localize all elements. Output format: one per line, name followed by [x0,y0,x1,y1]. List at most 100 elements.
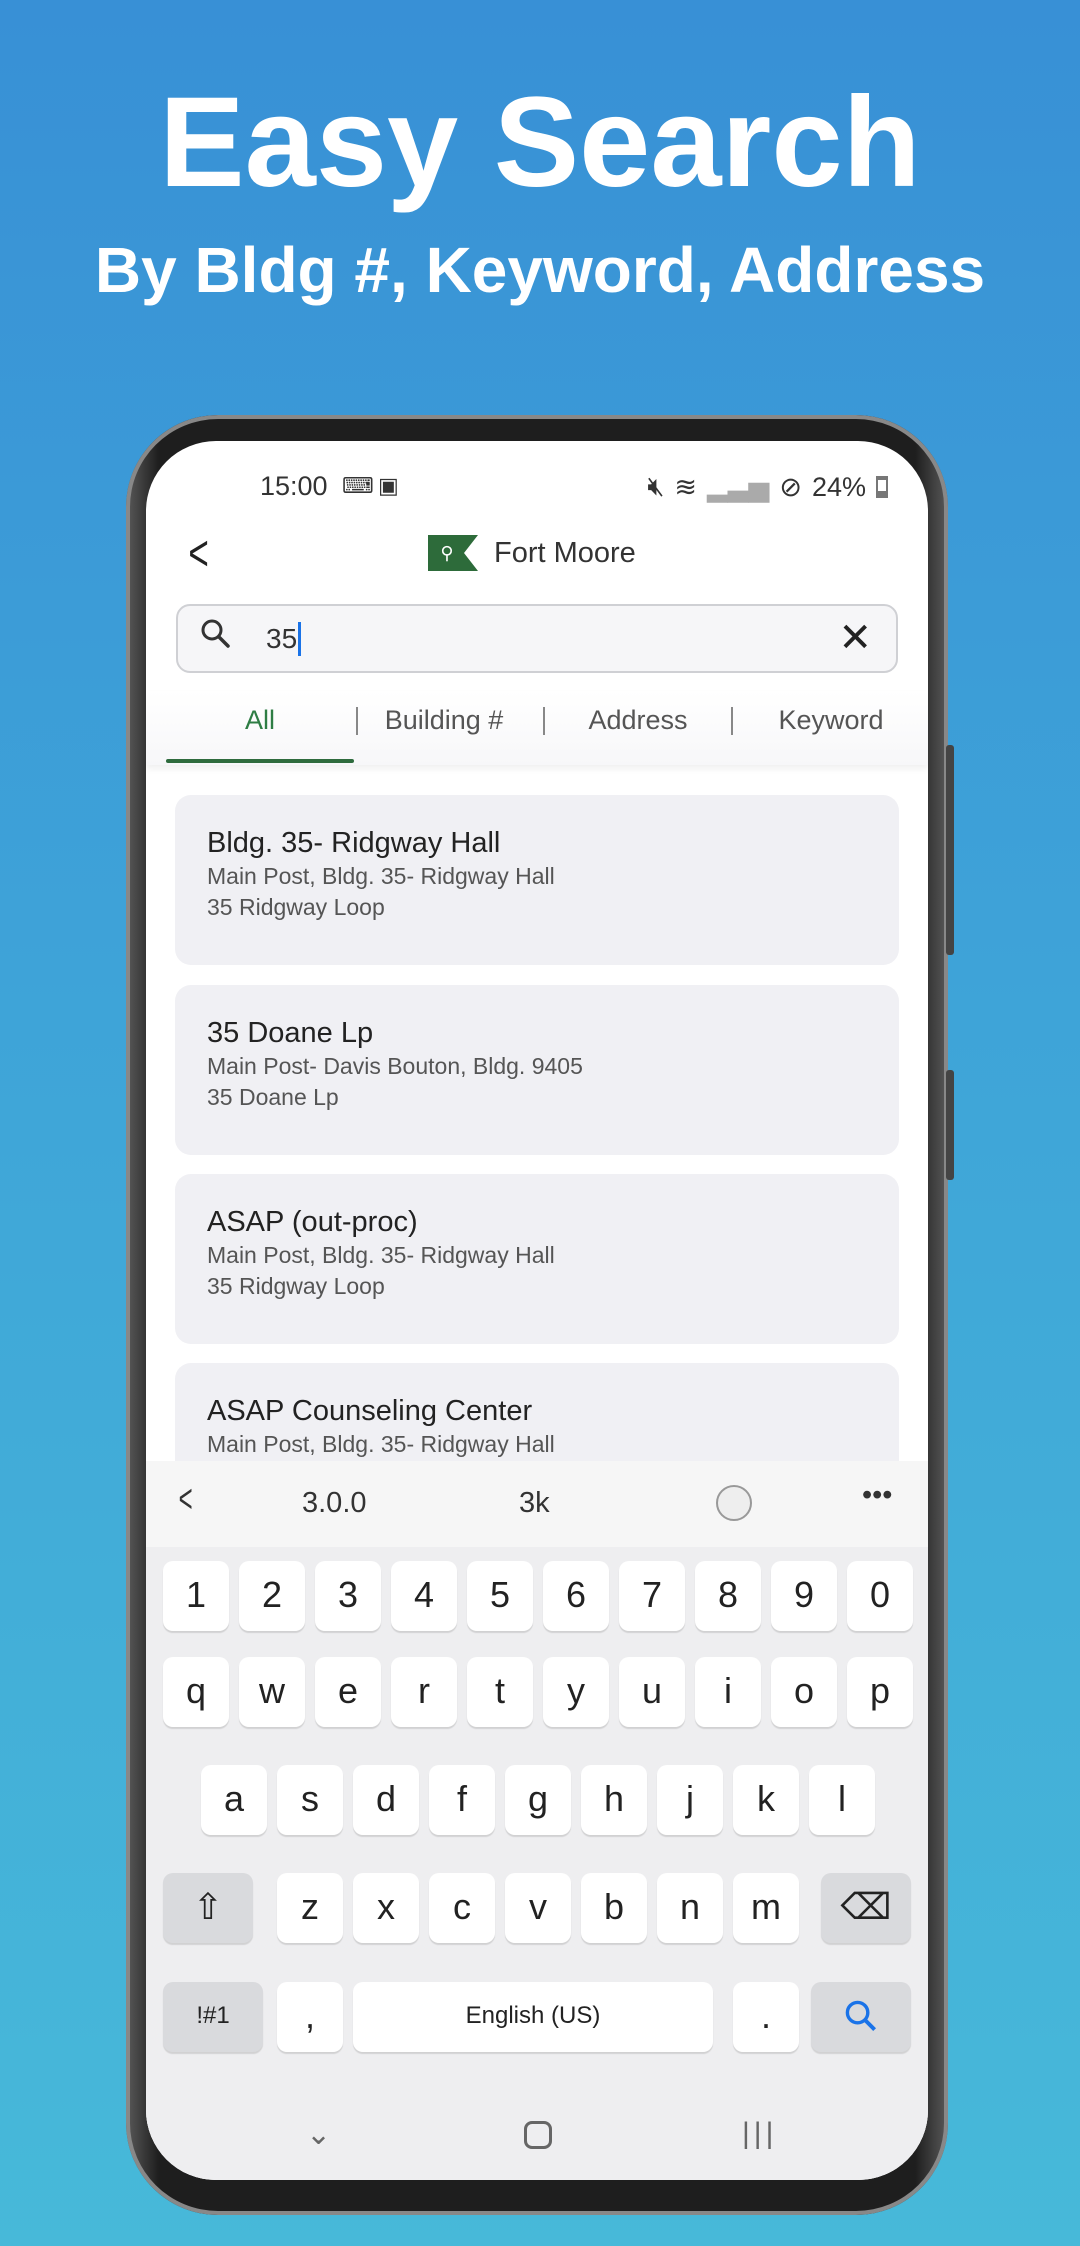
key-8[interactable]: 8 [695,1561,761,1631]
key-k[interactable]: k [733,1765,799,1835]
key-row: qwertyuiop [146,1657,928,1727]
key-s[interactable]: s [277,1765,343,1835]
search-input[interactable]: 35 ✕ [176,604,898,673]
key-x[interactable]: x [353,1873,419,1943]
key-d[interactable]: d [353,1765,419,1835]
collapse-suggestions-button[interactable]: < [179,1477,193,1522]
battery-text: 24% [811,471,866,502]
status-time: 15:00 [260,471,328,501]
backspace-key-icon[interactable]: ⌫ [821,1873,911,1943]
active-tab-indicator [166,759,354,763]
key-i[interactable]: i [695,1657,761,1727]
key-0[interactable]: 0 [847,1561,913,1631]
result-title: 35 Doane Lp [207,1017,374,1049]
suggestion[interactable]: 3k [519,1487,550,1520]
map-pin-flag-icon: ⚲ [428,535,478,571]
shift-key-icon[interactable]: ⇧ [163,1873,253,1943]
key-c[interactable]: c [429,1873,495,1943]
app-title: Fort Moore [494,537,636,569]
wifi-icon: ≋ [674,471,698,502]
result-title: ASAP (out-proc) [207,1206,418,1238]
comma-key[interactable]: , [277,1982,343,2052]
tab-divider [543,707,545,735]
result-line: 35 Ridgway Loop [207,1273,385,1299]
hide-keyboard-button[interactable]: ⌄ [306,2117,331,2152]
key-5[interactable]: 5 [467,1561,533,1631]
hero-subtitle: By Bldg #, Keyword, Address [94,234,986,306]
key-p[interactable]: p [847,1657,913,1727]
key-l[interactable]: l [809,1765,875,1835]
key-4[interactable]: 4 [391,1561,457,1631]
result-line: 35 Doane Lp [207,1084,339,1110]
result-title: ASAP Counseling Center [207,1395,533,1427]
key-v[interactable]: v [505,1873,571,1943]
tab-all[interactable]: All [166,705,354,736]
key-q[interactable]: q [163,1657,229,1727]
key-j[interactable]: j [657,1765,723,1835]
volume-button [946,745,954,955]
suggestion-bar: < 3.0.0 3k ••• [146,1461,928,1547]
more-options-icon[interactable]: ••• [862,1479,892,1512]
key-b[interactable]: b [581,1873,647,1943]
search-value: 35 [266,622,302,656]
period-key[interactable]: . [733,1982,799,2052]
tab-divider [731,707,733,735]
result-line: Main Post, Bldg. 35- Ridgway Hall [207,1431,555,1457]
tab-keyword[interactable]: Keyword [746,705,916,736]
key-h[interactable]: h [581,1765,647,1835]
filter-tabs: All Building # Address Keyword [146,691,928,765]
key-o[interactable]: o [771,1657,837,1727]
symbols-key[interactable]: !#1 [163,1982,263,2052]
result-card[interactable]: ASAP (out-proc) Main Post, Bldg. 35- Rid… [175,1174,899,1344]
key-g[interactable]: g [505,1765,571,1835]
key-z[interactable]: z [277,1873,343,1943]
back-button[interactable]: < [188,525,208,581]
space-key[interactable]: English (US) [353,1982,713,2052]
key-row: ⇧ z x c v b n m ⌫ [146,1873,928,1943]
status-bar: 15:00 ⌨ ▣ 🔇︎ ≋ ▂▃▅ ⊘ 24% [146,469,928,509]
key-1[interactable]: 1 [163,1561,229,1631]
do-not-disturb-icon: ⊘ [779,471,802,502]
result-line: 35 Ridgway Loop [207,894,385,920]
key-6[interactable]: 6 [543,1561,609,1631]
key-e[interactable]: e [315,1657,381,1727]
key-9[interactable]: 9 [771,1561,837,1631]
clipboard-history-icon[interactable] [716,1485,752,1521]
power-button [946,1070,954,1180]
app-header: < ⚲ Fort Moore [146,525,928,581]
tab-divider [356,707,358,735]
key-t[interactable]: t [467,1657,533,1727]
recents-button[interactable]: ||| [742,2117,777,2151]
hero-title: Easy Search [159,71,921,214]
clear-search-button[interactable]: ✕ [838,616,872,660]
signal-icon: ▂▃▅ [707,471,770,502]
tab-address[interactable]: Address [551,705,725,736]
key-7[interactable]: 7 [619,1561,685,1631]
key-3[interactable]: 3 [315,1561,381,1631]
on-screen-keyboard: < 3.0.0 3k ••• 1234567890qwertyuiopasdfg… [146,1461,928,2180]
result-card[interactable]: 35 Doane Lp Main Post- Davis Bouton, Bld… [175,985,899,1155]
tab-building-number[interactable]: Building # [362,705,526,736]
phone-screen: 15:00 ⌨ ▣ 🔇︎ ≋ ▂▃▅ ⊘ 24% < ⚲ Fort Moore … [146,441,928,2180]
key-m[interactable]: m [733,1873,799,1943]
key-f[interactable]: f [429,1765,495,1835]
key-n[interactable]: n [657,1873,723,1943]
key-u[interactable]: u [619,1657,685,1727]
key-row: 1234567890 [146,1561,928,1631]
battery-icon [876,476,888,498]
result-line: Main Post, Bldg. 35- Ridgway Hall [207,1242,555,1268]
image-icon: ▣ [378,473,399,498]
home-button[interactable] [524,2121,552,2149]
result-title: Bldg. 35- Ridgway Hall [207,827,501,859]
search-key-icon[interactable] [811,1982,911,2052]
result-card[interactable]: Bldg. 35- Ridgway Hall Main Post, Bldg. … [175,795,899,965]
key-a[interactable]: a [201,1765,267,1835]
key-row: asdfghjkl [146,1765,928,1835]
key-y[interactable]: y [543,1657,609,1727]
key-w[interactable]: w [239,1657,305,1727]
key-2[interactable]: 2 [239,1561,305,1631]
suggestion[interactable]: 3.0.0 [302,1487,367,1520]
result-line: Main Post, Bldg. 35- Ridgway Hall [207,863,555,889]
search-icon [201,619,230,648]
key-r[interactable]: r [391,1657,457,1727]
